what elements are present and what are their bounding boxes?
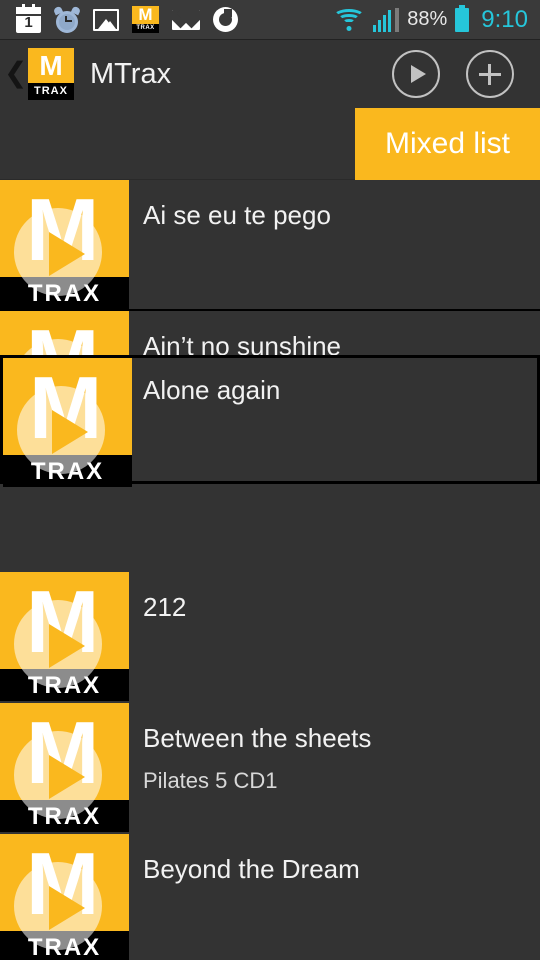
add-button[interactable] [466, 50, 514, 98]
thumbnail-caption: TRAX [27, 934, 102, 960]
mtrax-app-screen: M TRAX 88% 9:10 M TRAX MTrax [0, 0, 540, 960]
track-thumbnail: MTRAX [0, 180, 129, 309]
wifi-icon [333, 8, 366, 32]
play-button[interactable] [392, 50, 440, 98]
calendar-icon [16, 3, 41, 33]
track-meta: Beyond the Dream [129, 834, 540, 960]
track-thumbnail: MTRAX [3, 358, 132, 487]
track-thumbnail: MTRAX [0, 703, 129, 832]
play-triangle-icon [49, 624, 85, 668]
action-bar: M TRAX MTrax [0, 40, 540, 108]
track-row[interactable]: M TRAX Beyond the Dream [0, 834, 540, 960]
envelope-icon [172, 9, 200, 30]
battery-icon [455, 4, 470, 32]
app-logo[interactable]: M TRAX [28, 48, 74, 100]
track-title: 212 [143, 592, 187, 622]
status-bar-system: 88% 9:10 [333, 4, 540, 34]
thumbnail-caption: TRAX [27, 803, 102, 830]
cellular-signal-icon [373, 7, 400, 32]
track-meta: Between the sheets Pilates 5 CD1 [129, 703, 540, 832]
mtrax-notification-letter: M [138, 5, 153, 24]
tab-bar-spacer [0, 108, 355, 180]
mtrax-notification-icon: M TRAX [132, 5, 159, 33]
status-bar: M TRAX 88% 9:10 [0, 0, 540, 40]
track-row[interactable]: M TRAX Between the sheets Pilates 5 CD1 [0, 703, 540, 832]
battery-percent-label: 88% [407, 8, 448, 30]
back-chevron-icon[interactable] [0, 40, 27, 108]
track-row[interactable]: M TRAX Alone again [0, 355, 540, 487]
app-logo-caption: TRAX [28, 83, 74, 100]
thumbnail-caption: TRAX [27, 672, 102, 699]
track-row[interactable]: M TRAX 212 [0, 572, 540, 701]
track-thumbnail: MTRAX [0, 572, 129, 701]
track-thumbnail: MTRAX [0, 834, 129, 960]
track-meta: Alone again [132, 358, 537, 481]
track-title: Between the sheets [143, 723, 372, 753]
track-list[interactable]: MTRAXAi se eu te pegoMTRAXAin’t no sunsh… [0, 180, 540, 960]
play-triangle-icon [49, 755, 85, 799]
track-row[interactable]: M TRAX Ai se eu te pego [0, 180, 540, 309]
sync-icon [213, 7, 238, 32]
track-meta: Ai se eu te pego [129, 180, 540, 309]
track-title: Alone again [143, 375, 281, 405]
app-logo-letter: M [28, 48, 74, 84]
track-meta: 212 [129, 572, 540, 701]
track-subtitle: Pilates 5 CD1 [143, 768, 278, 793]
alarm-clock-icon [52, 5, 82, 33]
thumbnail-caption: TRAX [27, 280, 102, 307]
mtrax-notification-caption: TRAX [132, 24, 159, 33]
play-triangle-icon [52, 410, 88, 454]
track-title: Beyond the Dream [143, 854, 360, 884]
clock-label: 9:10 [481, 5, 528, 33]
play-triangle-icon [49, 886, 85, 930]
tab-bar: Mixed list [0, 108, 540, 180]
gallery-icon [93, 8, 119, 31]
tab-mixed-list[interactable]: Mixed list [355, 108, 540, 180]
app-title: MTrax [90, 57, 172, 90]
track-title: Ai se eu te pego [143, 200, 331, 230]
status-bar-notifications: M TRAX [0, 3, 333, 33]
thumbnail-caption: TRAX [30, 458, 105, 485]
play-triangle-icon [49, 232, 85, 276]
